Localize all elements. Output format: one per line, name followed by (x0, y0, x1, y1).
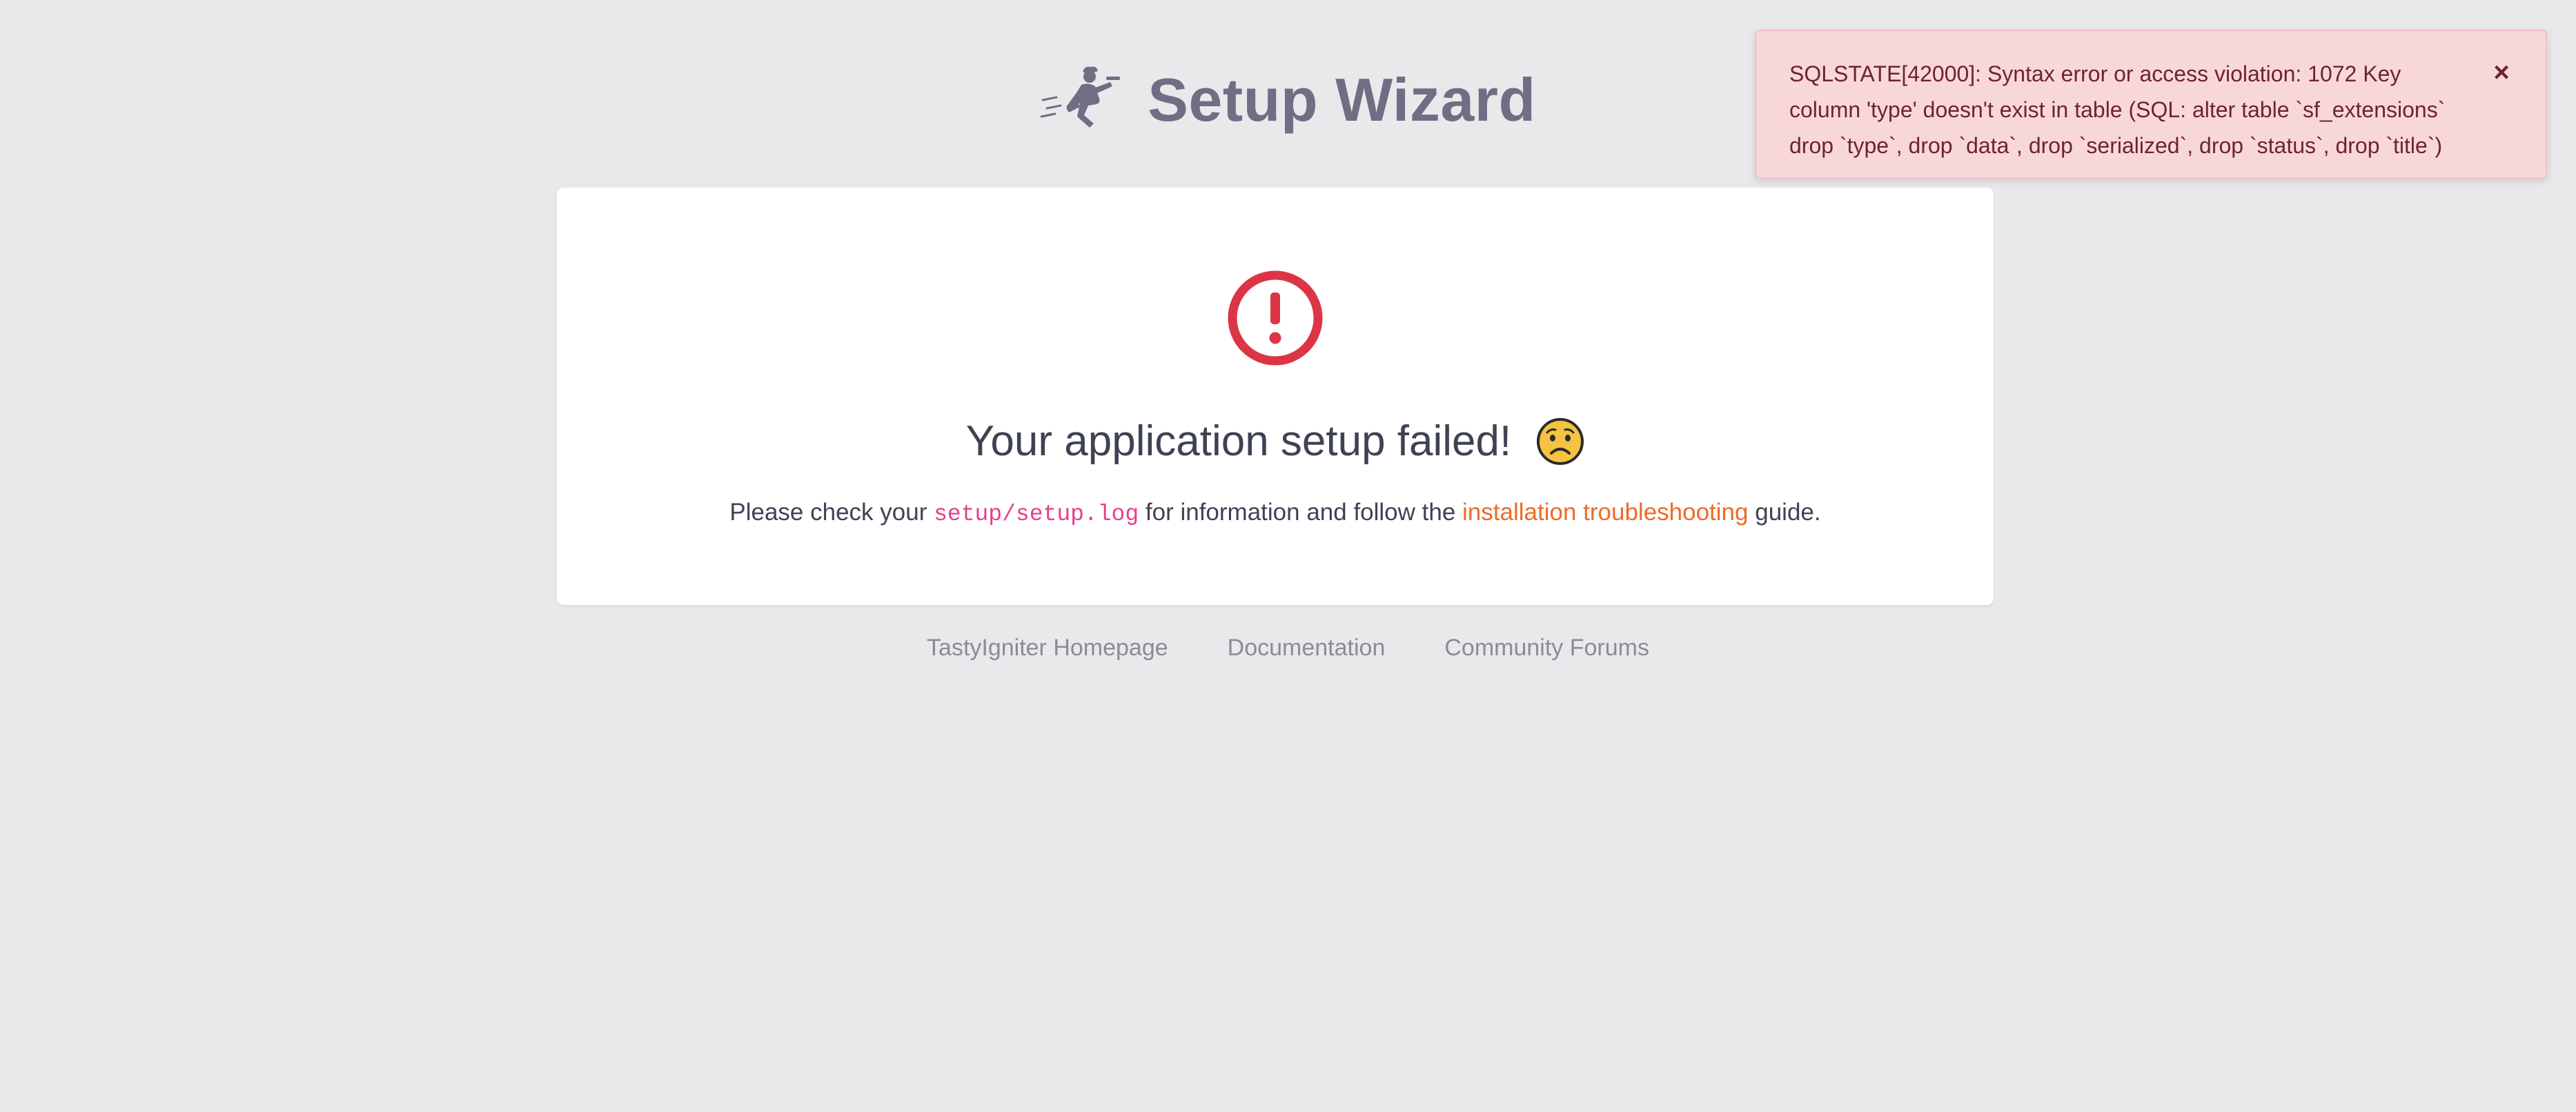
footer-links: TastyIgniter Homepage Documentation Comm… (0, 635, 2576, 662)
failure-heading-row: Your application setup failed! (557, 407, 1994, 476)
instructions-middle: for information and follow the (1145, 499, 1456, 526)
footer-link-homepage[interactable]: TastyIgniter Homepage (927, 635, 1168, 662)
error-toast: SQLSTATE[42000]: Syntax error or access … (1755, 30, 2547, 179)
running-chef-icon (1040, 66, 1121, 135)
failure-heading: Your application setup failed! (965, 417, 1512, 465)
setup-result-card: Your application setup failed! Please ch… (557, 188, 1994, 605)
footer-link-documentation[interactable]: Documentation (1228, 635, 1386, 662)
footer-link-community-forums[interactable]: Community Forums (1444, 635, 1649, 662)
log-file-path: setup/setup.log (934, 502, 1139, 527)
failure-instructions: Please check your setup/setup.log for in… (557, 498, 1994, 528)
toast-message: SQLSTATE[42000]: Syntax error or access … (1789, 61, 2446, 158)
instructions-suffix: guide. (1755, 499, 1821, 526)
troubleshooting-link[interactable]: installation troubleshooting (1462, 499, 1748, 526)
instructions-prefix: Please check your (729, 499, 927, 526)
page-title: Setup Wizard (1148, 66, 1536, 134)
exclamation-circle-icon (1228, 270, 1323, 366)
close-icon[interactable]: × (2488, 59, 2515, 86)
worried-face-icon (1536, 417, 1584, 466)
